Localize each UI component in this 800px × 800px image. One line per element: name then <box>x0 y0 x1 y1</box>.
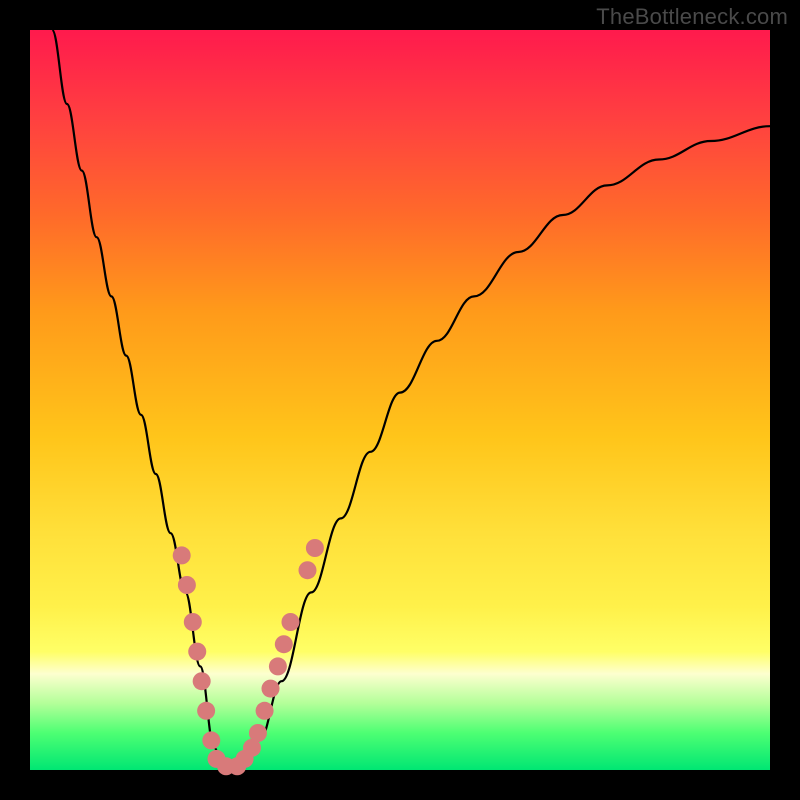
data-marker <box>262 680 280 698</box>
data-marker <box>188 643 206 661</box>
chart-frame: TheBottleneck.com <box>0 0 800 800</box>
data-marker <box>178 576 196 594</box>
bottleneck-curve <box>52 30 770 766</box>
data-marker <box>197 702 215 720</box>
data-marker <box>269 657 287 675</box>
chart-svg <box>30 30 770 770</box>
data-marker <box>193 672 211 690</box>
data-marker <box>249 724 267 742</box>
data-marker <box>202 731 220 749</box>
watermark-text: TheBottleneck.com <box>596 4 788 30</box>
marker-group <box>173 539 324 775</box>
data-marker <box>184 613 202 631</box>
data-marker <box>173 546 191 564</box>
data-marker <box>281 613 299 631</box>
data-marker <box>275 635 293 653</box>
data-marker <box>256 702 274 720</box>
data-marker <box>306 539 324 557</box>
plot-area <box>30 30 770 770</box>
data-marker <box>299 561 317 579</box>
